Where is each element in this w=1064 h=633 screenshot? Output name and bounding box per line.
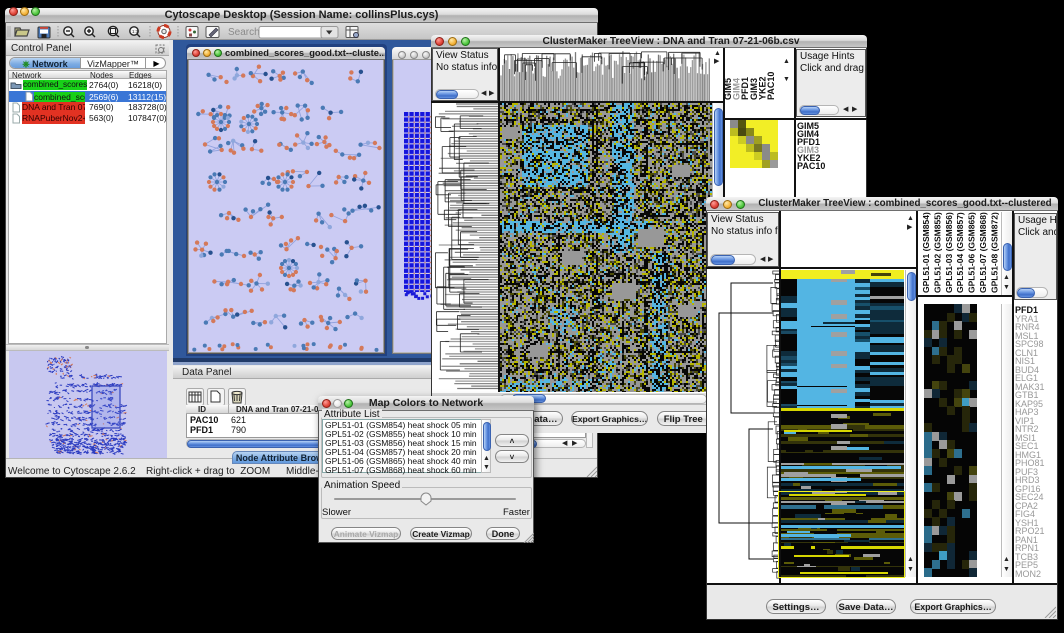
svg-text:GPL51-07 (GSM868): GPL51-07 (GSM868) xyxy=(978,212,988,293)
svg-text:Search:: Search: xyxy=(228,27,262,38)
svg-text:GPL51-08 (GSM872): GPL51-08 (GSM872) xyxy=(989,212,999,293)
svg-text:GPL51-06 (GSM865): GPL51-06 (GSM865) xyxy=(967,212,977,293)
svg-text:GPL51-03 (GSM856): GPL51-03 (GSM856) xyxy=(944,212,954,293)
svg-text:GPL51-02 (GSM855): GPL51-02 (GSM855) xyxy=(932,212,942,293)
svg-text:1:1: 1:1 xyxy=(132,29,139,34)
svg-text:PAC10: PAC10 xyxy=(766,72,776,100)
svg-text:GPL51-04 (GSM857): GPL51-04 (GSM857) xyxy=(955,212,965,293)
svg-text:GPL51-01 (GSM854): GPL51-01 (GSM854) xyxy=(921,212,931,293)
